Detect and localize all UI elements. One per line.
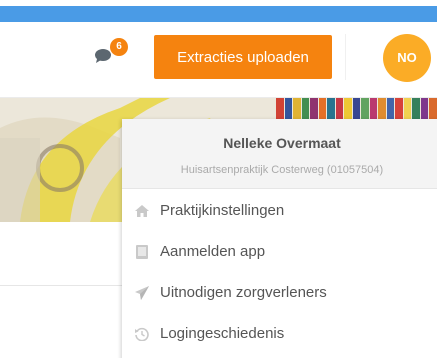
user-avatar[interactable]: NO [383, 34, 431, 82]
header-separator [345, 34, 346, 80]
top-blue-bar [0, 6, 437, 22]
notification-badge: 6 [110, 38, 128, 56]
user-name: Nelleke Overmaat [223, 135, 341, 151]
tablet-icon [134, 244, 150, 260]
app-page: 6 Extracties uploaden NO Nelleke Overmaa… [0, 0, 437, 358]
history-icon [134, 326, 150, 342]
menu-item-label: Uitnodigen zorgverleners [160, 284, 327, 301]
menu-item-praktijkinstellingen[interactable]: Praktijkinstellingen [122, 191, 437, 231]
dropdown-header: Nelleke Overmaat Huisartsenpraktijk Cost… [122, 119, 437, 189]
practice-name: Huisartsenpraktijk Costerweg (01057504) [180, 164, 384, 176]
notifications-button[interactable]: 6 [94, 38, 138, 78]
home-icon [134, 203, 150, 219]
menu-item-logingeschiedenis[interactable]: Logingeschiedenis [122, 314, 437, 354]
content-divider [0, 285, 122, 286]
upload-extractions-button[interactable]: Extracties uploaden [154, 35, 332, 79]
send-icon [134, 285, 150, 301]
header-bar: 6 Extracties uploaden NO [0, 22, 437, 98]
menu-item-label: Aanmelden app [160, 243, 266, 260]
menu-item-label: Logingeschiedenis [160, 325, 285, 342]
user-dropdown-menu: Nelleke Overmaat Huisartsenpraktijk Cost… [122, 119, 437, 358]
menu-item-uitnodigen-zorgverleners[interactable]: Uitnodigen zorgverleners [122, 273, 437, 313]
chat-icon [95, 49, 111, 63]
menu-item-aanmelden-app[interactable]: Aanmelden app [122, 232, 437, 272]
menu-item-label: Praktijkinstellingen [160, 202, 285, 219]
